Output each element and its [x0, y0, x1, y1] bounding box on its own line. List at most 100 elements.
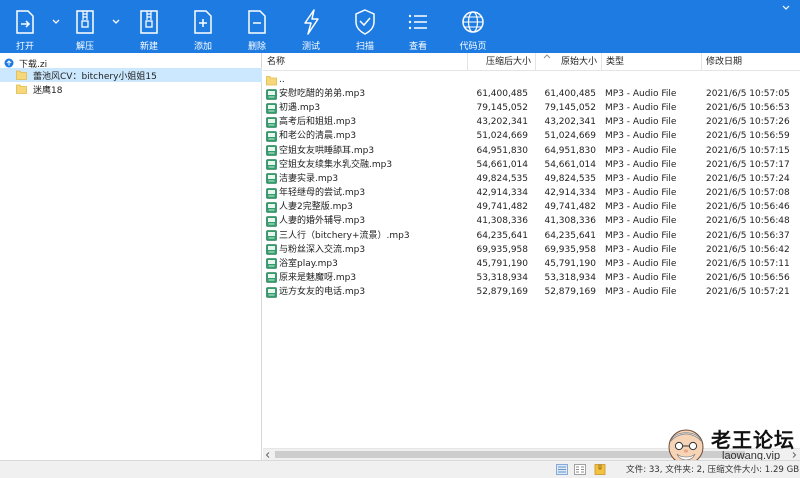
table-row[interactable]: 三人行（bitchery+流景）.mp3 64,235,641 64,235,641…	[263, 229, 800, 243]
modified-date-cell: 2021/6/5 10:56:56	[706, 272, 790, 283]
compressed-size-cell: 51,024,669	[476, 131, 528, 142]
tree-item-label: 迷鹰18	[33, 85, 63, 96]
modified-date-cell: 2021/6/5 10:57:21	[706, 287, 790, 298]
modified-date-cell: 2021/6/5 10:57:05	[706, 89, 790, 99]
file-name: 高考后和姐姐.mp3	[279, 117, 357, 128]
scan-button[interactable]: 扫描	[345, 0, 385, 53]
mp3-file-icon	[266, 116, 277, 128]
file-name: 空姐女友续集水乳交融.mp3	[279, 159, 393, 170]
mp3-file-icon	[266, 216, 277, 227]
test-button[interactable]: 测试	[291, 0, 331, 53]
table-row[interactable]: 安慰吃醋的弟弟.mp3 61,400,485 61,400,485 MP3 - Aud…	[263, 87, 800, 101]
archive-root-icon	[4, 58, 14, 68]
compressed-size-cell: 43,202,341	[476, 117, 528, 128]
status-bar: 文件: 33, 文件夹: 2, 压缩文件大小: 1.29 GB	[0, 460, 800, 478]
mp3-file-icon	[266, 272, 277, 284]
modified-date-cell: 2021/6/5 10:57:11	[706, 258, 790, 269]
list-view-icon[interactable]	[574, 464, 586, 475]
table-row[interactable]: 空姐女友哄睡舔耳.mp3 64,951,830 64,951,830 MP3 - Au…	[263, 144, 800, 158]
file-name-cell: 原来是魅魔呀.mp3	[266, 271, 466, 285]
table-row[interactable]: 洁妻实录.mp3 49,824,535 49,824,535 MP3 - Audio …	[263, 172, 800, 186]
file-name: 远方女友的电话.mp3	[279, 287, 366, 298]
original-size-cell: 49,741,482	[544, 202, 596, 213]
table-row[interactable]: 远方女友的电话.mp3 52,879,169 52,879,169 MP3 - Aud…	[263, 285, 800, 299]
table-row[interactable]: 原来是魅魔呀.mp3 53,318,934 53,318,934 MP3 - Audi…	[263, 271, 800, 285]
codepage-button[interactable]: 代码页	[453, 0, 493, 53]
new-archive-label: 新建	[139, 42, 158, 52]
compressed-size-cell: 45,791,190	[476, 258, 528, 269]
original-size-cell: 69,935,958	[544, 244, 596, 255]
file-name-cell: 洁妻实录.mp3	[266, 172, 466, 186]
table-row[interactable]: 和老公的清晨.mp3 51,024,669 51,024,669 MP3 - Audi…	[263, 129, 800, 143]
status-text: 文件: 33, 文件夹: 2, 压缩文件大小: 1.29 GB	[626, 465, 800, 475]
file-name: 和老公的清晨.mp3	[279, 131, 357, 142]
file-list: 名称 压缩后大小 原始大小 类型 修改日期 .. 安慰吃醋的弟弟.mp3 61,4…	[263, 53, 800, 448]
column-type[interactable]: 类型	[602, 53, 702, 71]
modified-date-cell: 2021/6/5 10:57:15	[706, 145, 790, 156]
view-button[interactable]: 查看	[398, 0, 438, 53]
file-name-cell: 空姐女友哄睡舔耳.mp3	[266, 144, 466, 158]
file-name: 洁妻实录.mp3	[279, 173, 339, 184]
delete-button[interactable]: 删除	[237, 0, 277, 53]
mp3-file-icon	[266, 159, 277, 171]
file-name-cell: 年轻继母的尝试.mp3	[266, 186, 466, 200]
table-row[interactable]: 与粉丝深入交流.mp3 69,935,958 69,935,958 MP3 - Aud…	[263, 243, 800, 257]
column-name[interactable]: 名称	[263, 53, 468, 71]
original-size-cell: 43,202,341	[544, 117, 596, 128]
add-file-icon	[194, 10, 212, 34]
original-size-cell: 61,400,485	[544, 89, 596, 99]
table-row[interactable]: 浴室play.mp3 45,791,190 45,791,190 MP3 - Audi…	[263, 257, 800, 271]
open-button[interactable]: 打开	[5, 0, 45, 53]
file-type-cell: MP3 - Audio File	[605, 202, 677, 213]
file-type-cell: MP3 - Audio File	[605, 159, 677, 170]
mp3-file-icon	[266, 230, 277, 241]
original-size-cell: 52,879,169	[544, 287, 596, 298]
table-row[interactable]: 人妻2完整版.mp3 49,741,482 49,741,482 MP3 - Audi…	[263, 200, 800, 214]
compressed-size-cell: 64,235,641	[476, 230, 528, 241]
compressed-size-cell: 49,741,482	[476, 202, 528, 213]
modified-date-cell: 2021/6/5 10:56:42	[706, 244, 790, 255]
file-type-cell: MP3 - Audio File	[605, 258, 677, 269]
mp3-file-icon	[266, 187, 277, 199]
open-dropdown-icon[interactable]	[50, 17, 62, 27]
tree-item-miying[interactable]: 迷鹰18	[0, 82, 262, 96]
file-name-cell: 浴室play.mp3	[266, 257, 466, 271]
window-menu-icon[interactable]	[781, 2, 791, 12]
extract-button[interactable]: 解压	[65, 0, 105, 53]
file-name-cell: 人妻的婚外辅导.mp3	[266, 214, 466, 228]
compressed-size-cell: 61,400,485	[476, 89, 528, 99]
add-button[interactable]: 添加	[183, 0, 223, 53]
folder-tree: 下载.zi 蕾池风CV：bitchery小姐姐15 迷鹰18	[0, 53, 262, 460]
scroll-left-icon[interactable]	[265, 452, 271, 458]
file-name-cell: 高考后和姐姐.mp3	[266, 115, 466, 129]
file-type-cell: MP3 - Audio File	[605, 216, 677, 227]
view-list-icon	[408, 14, 427, 30]
extract-icon	[76, 10, 94, 34]
table-row[interactable]: 年轻继母的尝试.mp3 42,914,334 42,914,334 MP3 - Aud…	[263, 186, 800, 200]
mp3-file-icon	[266, 244, 277, 255]
file-name-cell: 初遇.mp3	[266, 101, 466, 115]
file-name: 空姐女友哄睡舔耳.mp3	[279, 145, 375, 156]
new-archive-button[interactable]: 新建	[129, 0, 169, 53]
compressed-size-cell: 49,824,535	[476, 173, 528, 184]
file-name-cell: 空姐女友续集水乳交融.mp3	[266, 158, 466, 172]
compressed-size-cell: 64,951,830	[476, 145, 528, 156]
column-compressed-size[interactable]: 压缩后大小	[468, 53, 536, 71]
file-name: 原来是魅魔呀.mp3	[279, 272, 357, 283]
details-view-icon[interactable]	[556, 464, 568, 475]
column-modified[interactable]: 修改日期	[702, 53, 800, 71]
tree-item-bitchery[interactable]: 蕾池风CV：bitchery小姐姐15	[0, 68, 262, 82]
file-type-cell: MP3 - Audio File	[605, 131, 677, 142]
scan-label: 扫描	[355, 42, 374, 52]
table-row[interactable]: 空姐女友续集水乳交融.mp3 54,661,014 54,661,014 MP3 - …	[263, 158, 800, 172]
parent-folder-row[interactable]: ..	[263, 73, 800, 87]
file-type-cell: MP3 - Audio File	[605, 230, 677, 241]
file-type-cell: MP3 - Audio File	[605, 188, 677, 199]
table-row[interactable]: 高考后和姐姐.mp3 43,202,341 43,202,341 MP3 - Audi…	[263, 115, 800, 129]
table-row[interactable]: 人妻的婚外辅导.mp3 41,308,336 41,308,336 MP3 - Aud…	[263, 214, 800, 228]
extract-dropdown-icon[interactable]	[110, 17, 122, 27]
table-row[interactable]: 初遇.mp3 79,145,052 79,145,052 MP3 - Audio Fi…	[263, 101, 800, 115]
original-size-cell: 64,235,641	[544, 230, 596, 241]
modified-date-cell: 2021/6/5 10:56:46	[706, 202, 790, 213]
delete-file-icon	[248, 10, 266, 34]
